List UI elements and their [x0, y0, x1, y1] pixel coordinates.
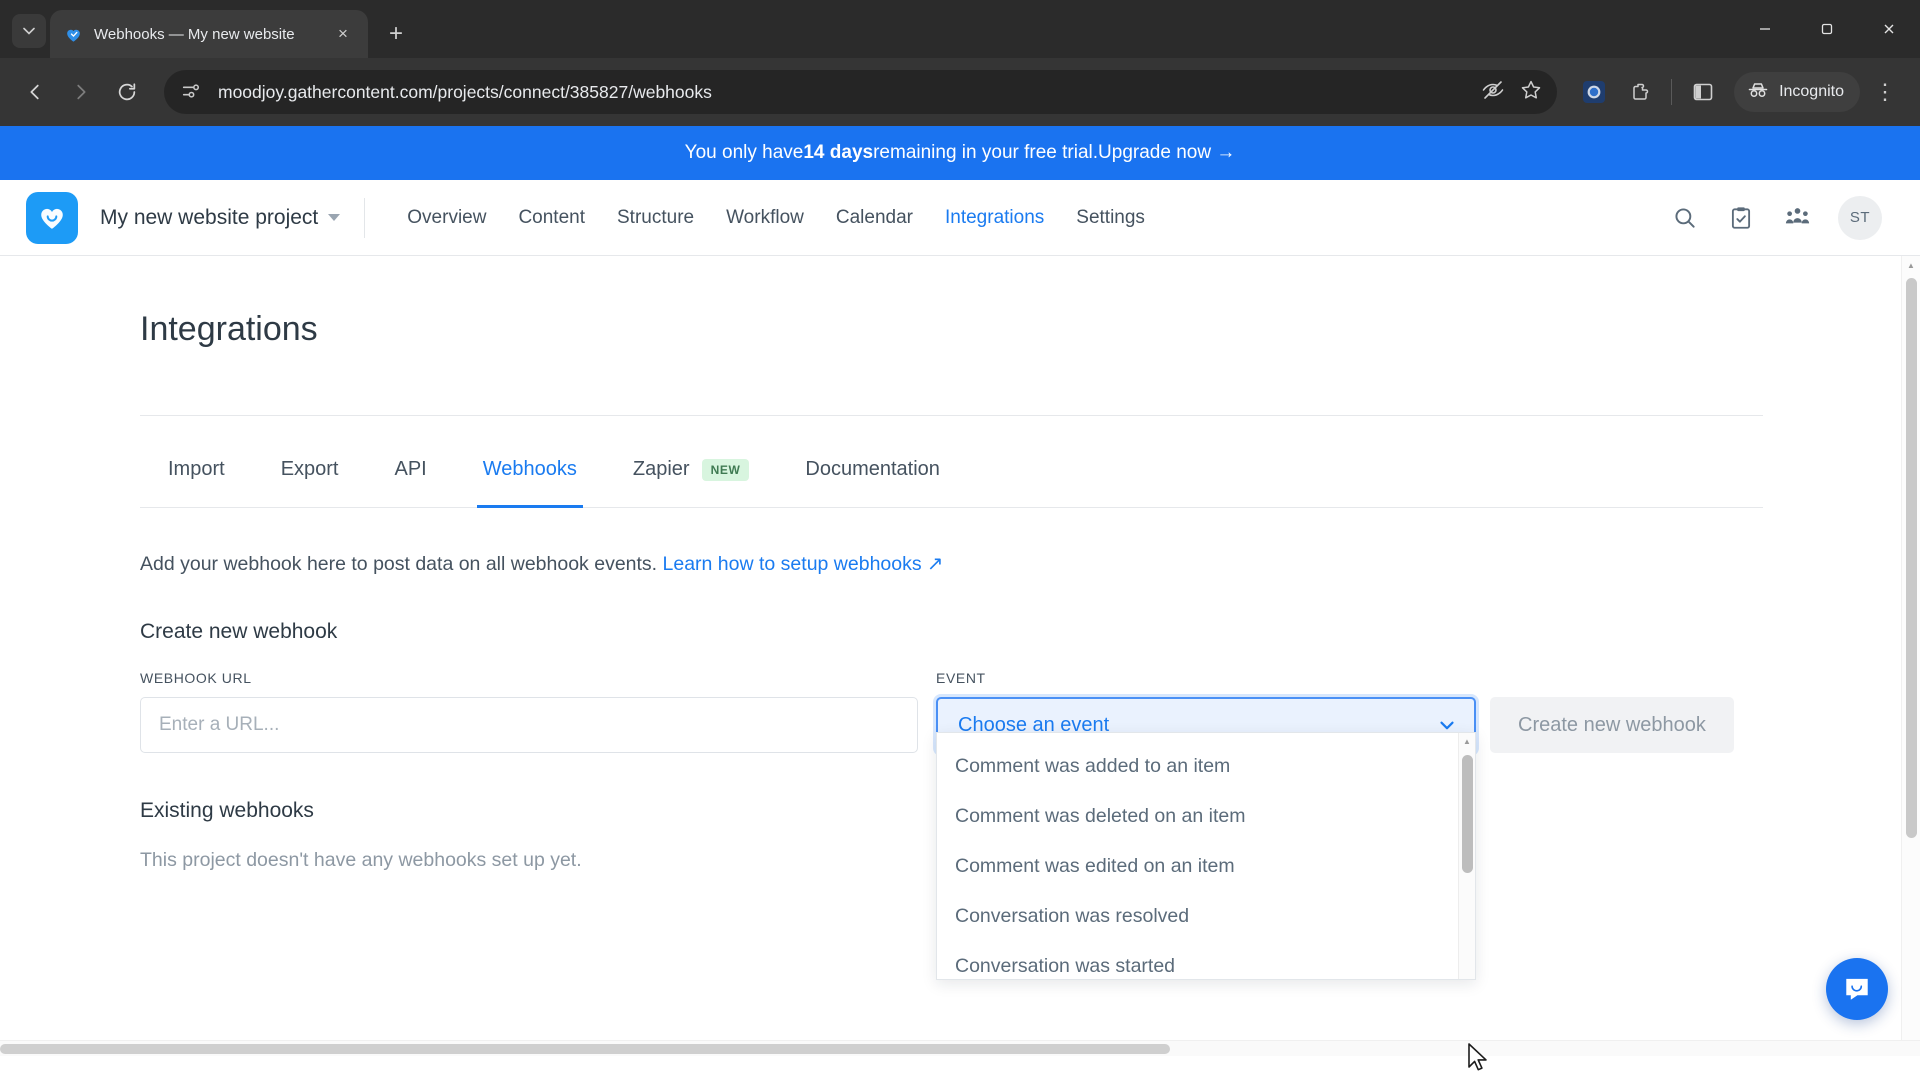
nav-item-integrations[interactable]: Integrations [929, 207, 1060, 229]
event-option[interactable]: Comment was deleted on an item [937, 791, 1475, 841]
create-webhook-form: WEBHOOK URL EVENT Choose an event [140, 670, 1920, 980]
tab-search-button[interactable] [12, 14, 46, 48]
tab-documentation[interactable]: Documentation [777, 458, 968, 507]
new-tab-button[interactable]: + [378, 16, 414, 52]
tasks-clipboard-icon[interactable] [1726, 203, 1756, 233]
tab-import[interactable]: Import [140, 458, 253, 507]
address-bar[interactable]: moodjoy.gathercontent.com/projects/conne… [164, 70, 1558, 114]
tab-label: Documentation [805, 458, 940, 480]
page-viewport: You only have 14 days remaining in your … [0, 126, 1920, 1080]
back-icon[interactable] [14, 71, 56, 113]
eye-slash-icon[interactable] [1481, 78, 1505, 107]
tab-label: Zapier [632, 458, 690, 480]
chevron-down-icon [328, 214, 341, 221]
team-people-icon[interactable] [1782, 203, 1812, 233]
webhooks-description: Add your webhook here to post data on al… [140, 552, 1920, 576]
tab-webhooks[interactable]: Webhooks [455, 458, 605, 508]
event-dropdown-menu[interactable]: Comment was added to an item Comment was… [936, 732, 1476, 980]
description-text: Add your webhook here to post data on al… [140, 553, 663, 575]
event-option-list: Comment was added to an item Comment was… [937, 733, 1475, 979]
nav-item-content[interactable]: Content [502, 207, 601, 229]
url-text: moodjoy.gathercontent.com/projects/conne… [218, 81, 712, 102]
nav-item-overview[interactable]: Overview [391, 207, 502, 229]
tab-label: Webhooks [482, 458, 577, 480]
page-scrollbar-thumb[interactable] [1906, 278, 1917, 838]
incognito-icon [1746, 78, 1770, 107]
upgrade-now-link[interactable]: Upgrade now → [1098, 142, 1235, 164]
nav-item-calendar[interactable]: Calendar [820, 207, 929, 229]
app-header: My new website project Overview Content … [0, 180, 1920, 256]
title-divider [140, 415, 1763, 416]
webhook-url-label: WEBHOOK URL [140, 670, 252, 686]
close-icon[interactable]: × [330, 21, 356, 47]
dropdown-scrollbar-thumb[interactable] [1462, 755, 1473, 873]
scroll-up-arrow-icon[interactable]: ▲ [1902, 256, 1920, 275]
side-panel-icon[interactable] [1682, 71, 1724, 113]
browser-window: Webhooks — My new website × + moodjoy.ga… [0, 0, 1920, 1080]
browser-toolbar: moodjoy.gathercontent.com/projects/conne… [0, 58, 1920, 126]
event-label: EVENT [936, 670, 986, 686]
browser-tab[interactable]: Webhooks — My new website × [50, 10, 368, 58]
scroll-up-arrow-icon[interactable]: ▲ [1459, 733, 1475, 750]
window-controls [1734, 0, 1920, 58]
event-option[interactable]: Comment was edited on an item [937, 841, 1475, 891]
avatar[interactable]: ST [1838, 195, 1882, 240]
gathercontent-favicon [62, 23, 84, 45]
tab-label: API [394, 458, 427, 480]
maximize-button[interactable] [1796, 0, 1858, 58]
profile-icon[interactable] [1573, 71, 1615, 113]
event-option[interactable]: Conversation was started [937, 941, 1475, 979]
close-window-button[interactable] [1858, 0, 1920, 58]
page-scrollbar[interactable]: ▲ [1901, 256, 1920, 1056]
gathercontent-logo[interactable] [26, 191, 78, 244]
incognito-label: Incognito [1779, 83, 1844, 100]
event-option[interactable]: Conversation was resolved [937, 891, 1475, 941]
nav-item-structure[interactable]: Structure [601, 207, 710, 229]
horizontal-scrollbar-thumb[interactable] [0, 1044, 1170, 1054]
header-divider [364, 197, 366, 238]
create-webhook-button[interactable]: Create new webhook [1490, 697, 1734, 753]
new-badge: NEW [701, 458, 750, 481]
tab-label: Export [280, 458, 339, 480]
tab-api[interactable]: API [367, 458, 455, 507]
page-title: Integrations [140, 310, 318, 348]
webhook-url-field-group: WEBHOOK URL [140, 670, 918, 753]
site-settings-icon[interactable] [180, 80, 204, 104]
create-webhook-heading: Create new webhook [140, 620, 338, 643]
intercom-messenger-button[interactable] [1826, 958, 1888, 1020]
tab-export[interactable]: Export [253, 458, 367, 507]
main-nav: Overview Content Structure Workflow Cale… [391, 207, 1161, 229]
page-content: Integrations Import Export API Webhooks … [0, 256, 1920, 1071]
tab-strip: Webhooks — My new website × + [0, 0, 1920, 58]
dropdown-scrollbar[interactable]: ▲ [1458, 733, 1475, 979]
nav-item-settings[interactable]: Settings [1060, 207, 1161, 229]
event-option[interactable]: Comment was added to an item [937, 741, 1475, 791]
trial-banner[interactable]: You only have 14 days remaining in your … [0, 126, 1920, 180]
nav-item-workflow[interactable]: Workflow [710, 207, 820, 229]
trial-suffix: remaining in your free trial. [873, 142, 1099, 163]
event-field-group: EVENT Choose an event Comment was added … [936, 670, 1476, 980]
tab-title: Webhooks — My new website [94, 25, 295, 43]
extensions-icon[interactable] [1619, 71, 1661, 113]
webhook-url-input[interactable] [140, 697, 918, 753]
star-icon[interactable] [1519, 78, 1543, 107]
tab-label: Import [168, 458, 225, 480]
minimize-button[interactable] [1734, 0, 1796, 58]
trial-days: 14 days [803, 142, 874, 163]
reload-icon[interactable] [106, 71, 148, 113]
forward-icon[interactable] [60, 71, 102, 113]
browser-menu-icon[interactable]: ⋮ [1864, 71, 1906, 113]
toolbar-divider [1671, 79, 1673, 105]
incognito-indicator[interactable]: Incognito [1734, 72, 1860, 112]
search-icon[interactable] [1670, 203, 1700, 233]
setup-webhooks-link[interactable]: Learn how to setup webhooks ↗ [663, 553, 944, 575]
integration-tabs: Import Export API Webhooks Zapier NEW Do… [140, 458, 1763, 508]
header-actions: ST [1670, 195, 1894, 240]
project-name-label: My new website project [100, 205, 319, 229]
horizontal-scrollbar[interactable] [0, 1040, 1920, 1056]
trial-prefix: You only have [684, 142, 804, 163]
project-switcher[interactable]: My new website project [100, 205, 341, 230]
tab-zapier[interactable]: Zapier NEW [605, 458, 778, 507]
